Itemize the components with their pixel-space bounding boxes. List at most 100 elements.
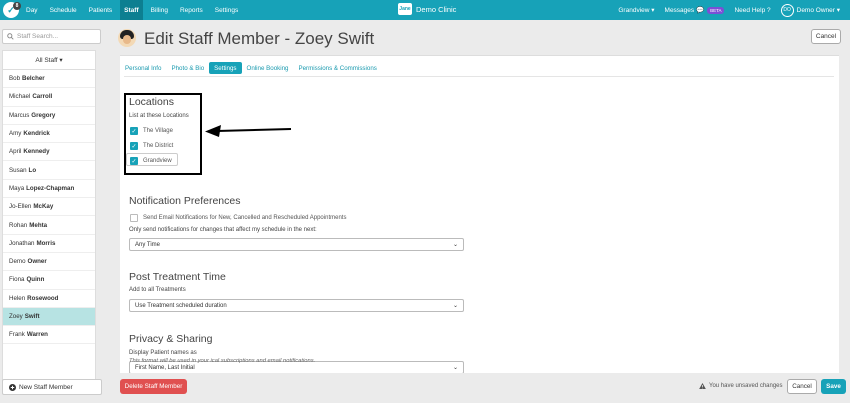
- staff-first-name: Zoey: [9, 313, 23, 320]
- chat-icon: 💬: [694, 7, 705, 14]
- staff-list: Bob Belcher Michael Carroll Marcus Gregory Amy…: [3, 70, 95, 345]
- select-value: Any Time: [135, 241, 161, 248]
- staff-list-panel: All Staff ▾ Bob Belcher Michael Carroll Marc…: [2, 50, 96, 393]
- staff-last-name: Warren: [26, 331, 48, 339]
- help-link[interactable]: Need Help ?: [734, 7, 770, 14]
- staff-first-name: Fiona: [9, 276, 25, 284]
- tab-personal-info[interactable]: Personal Info: [120, 62, 166, 74]
- staff-list-item[interactable]: Jo-Ellen McKay: [3, 198, 95, 217]
- staff-list-item[interactable]: Jonathan Morris: [3, 235, 95, 253]
- staff-list-item[interactable]: Maya Lopez-Chapman: [3, 180, 95, 199]
- tab-photo-bio[interactable]: Photo & Bio: [166, 62, 209, 74]
- staff-first-name: Jo-Ellen: [9, 203, 32, 211]
- staff-first-name: Jonathan: [9, 239, 35, 247]
- nav-schedule[interactable]: Schedule: [46, 0, 81, 20]
- location-label: The Village: [143, 128, 173, 134]
- staff-list-item[interactable]: Demo Owner: [3, 253, 95, 272]
- staff-last-name: Gregory: [31, 111, 56, 119]
- footer-bar: Delete Staff Member You have unsaved cha…: [109, 373, 850, 403]
- staff-first-name: Amy: [9, 130, 22, 138]
- post-treatment-select[interactable]: Use Treatment scheduled duration ⌄: [129, 299, 464, 312]
- new-staff-button[interactable]: New Staff Member: [2, 379, 102, 395]
- nav-billing[interactable]: Billing: [147, 0, 172, 20]
- tab-permissions-commissions[interactable]: Permissions & Commissions: [293, 62, 381, 74]
- privacy-note: This format will be used in your ical su…: [129, 358, 316, 364]
- staff-list-item[interactable]: Rohan Mehta: [3, 216, 95, 235]
- staff-list-item[interactable]: Frank Warren: [3, 326, 95, 345]
- check-icon: ✓: [130, 127, 138, 135]
- staff-search[interactable]: [2, 29, 101, 44]
- notification-badge: 8: [13, 2, 21, 10]
- staff-list-item[interactable]: Bob Belcher: [3, 70, 95, 89]
- staff-last-name: Mehta: [29, 221, 48, 229]
- staff-list-item[interactable]: Amy Kendrick: [3, 125, 95, 144]
- user-menu[interactable]: DO Demo Owner ▾: [780, 3, 840, 17]
- locations-subtitle: List at these Locations: [129, 113, 189, 119]
- clinic-brand: Jane Demo Clinic: [398, 3, 456, 15]
- locations-title: Locations: [129, 96, 174, 108]
- plus-circle-icon: [9, 383, 16, 391]
- nav-reports[interactable]: Reports: [176, 0, 207, 20]
- check-icon: ✓: [130, 142, 138, 150]
- staff-first-name: Rohan: [9, 221, 28, 229]
- select-value: First Name, Last Initial: [135, 364, 195, 371]
- staff-last-name: Owner: [27, 258, 47, 266]
- caret-down-icon: ▾: [57, 57, 63, 64]
- filter-label: All Staff: [35, 56, 58, 64]
- staff-search-input[interactable]: [17, 33, 97, 40]
- staff-last-name: Carroll: [32, 93, 53, 101]
- staff-list-item[interactable]: Zoey Swift: [3, 307, 95, 327]
- checkbox-box: [130, 214, 138, 222]
- new-staff-label: New Staff Member: [19, 383, 73, 391]
- nav-settings[interactable]: Settings: [211, 0, 243, 20]
- user-avatar: DO: [780, 3, 794, 17]
- settings-card: Personal Info Photo & Bio Settings Onlin…: [120, 55, 839, 373]
- staff-list-item[interactable]: Helen Rosewood: [3, 290, 95, 308]
- staff-avatar: [118, 29, 136, 47]
- delete-staff-button[interactable]: Delete Staff Member: [120, 379, 187, 394]
- nav-day[interactable]: Day: [22, 0, 42, 20]
- all-staff-filter[interactable]: All Staff ▾: [3, 51, 95, 70]
- email-notifications-checkbox[interactable]: Send Email Notifications for New, Cancel…: [130, 214, 346, 222]
- tab-online-booking[interactable]: Online Booking: [242, 62, 294, 74]
- staff-last-name: Morris: [36, 239, 56, 247]
- location-label: The District: [143, 143, 174, 149]
- staff-list-item[interactable]: Fiona Quinn: [3, 271, 95, 290]
- staff-first-name: Michael: [9, 93, 31, 101]
- post-treatment-title: Post Treatment Time: [129, 271, 226, 283]
- location-district-checkbox[interactable]: ✓ The District: [130, 142, 173, 150]
- cancel-button[interactable]: Cancel: [787, 379, 817, 394]
- staff-sidebar: All Staff ▾ BobBelcherMichaelCarrollMarc…: [0, 20, 104, 403]
- location-village-checkbox[interactable]: ✓ The Village: [130, 127, 173, 135]
- caret-down-icon: ▾: [649, 7, 655, 14]
- unsaved-warning: You have unsaved changes: [699, 383, 783, 389]
- notification-window-select[interactable]: Any Time ⌄: [129, 238, 464, 251]
- messages-label: Messages: [664, 6, 695, 14]
- staff-list-item[interactable]: Michael Carroll: [3, 88, 95, 107]
- cancel-button-top[interactable]: Cancel: [811, 29, 841, 44]
- staff-first-name: April: [9, 148, 22, 156]
- staff-last-name: Kennedy: [23, 148, 50, 156]
- tab-divider: [124, 76, 834, 77]
- tab-settings[interactable]: Settings: [209, 62, 242, 74]
- select-value: Use Treatment scheduled duration: [135, 302, 227, 309]
- nav-staff[interactable]: Staff: [120, 0, 143, 20]
- unsaved-label: You have unsaved changes: [709, 383, 783, 389]
- location-grandview-checkbox[interactable]: ✓ Grandview: [130, 157, 172, 165]
- chevron-down-icon: ⌄: [452, 365, 458, 371]
- right-nav: Grandview ▾ Messages 💬 BETA Need Help ? D…: [618, 0, 850, 20]
- staff-list-item[interactable]: April Kennedy: [3, 143, 95, 162]
- messages-link[interactable]: Messages 💬 BETA: [665, 6, 725, 14]
- staff-list-item[interactable]: Susan Lo: [3, 161, 95, 180]
- nav-patients[interactable]: Patients: [85, 0, 117, 20]
- staff-list-item[interactable]: Marcus Gregory: [3, 107, 95, 125]
- save-button[interactable]: Save: [821, 379, 846, 394]
- privacy-hint: Display Patient names as: [129, 350, 197, 356]
- app-logo[interactable]: ✓ 8: [3, 2, 21, 18]
- location-dropdown[interactable]: Grandview ▾: [618, 6, 655, 15]
- clinic-name: Demo Clinic: [416, 4, 457, 14]
- page-title: Edit Staff Member - Zoey Swift: [144, 29, 375, 48]
- location-label: Grandview: [143, 158, 172, 164]
- jane-logo-icon: Jane: [398, 3, 412, 15]
- chevron-down-icon: ⌄: [452, 242, 458, 248]
